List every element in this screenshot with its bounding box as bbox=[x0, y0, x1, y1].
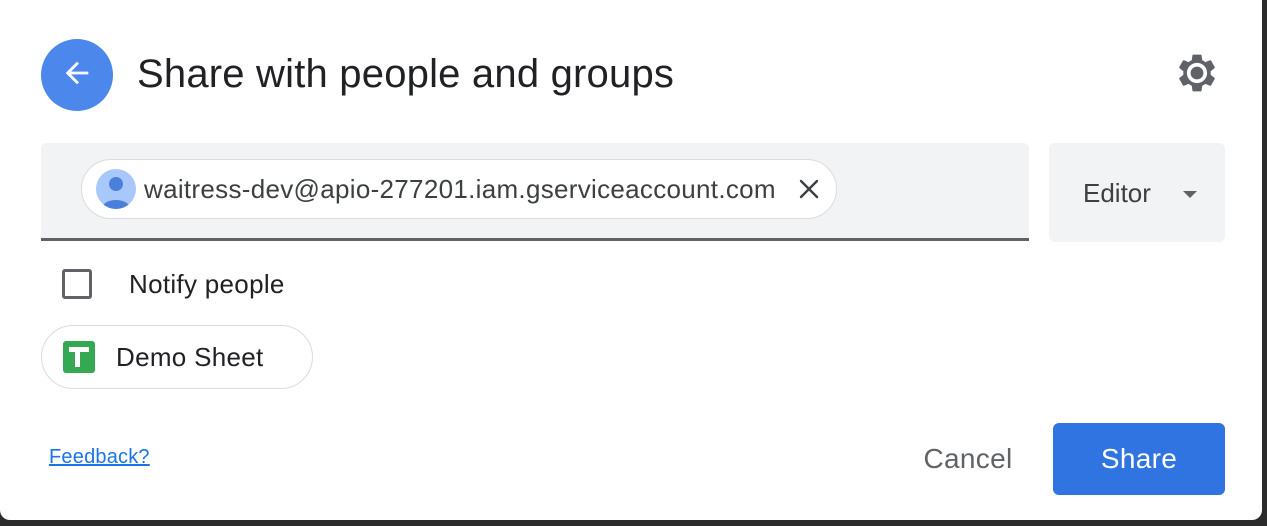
google-sheets-icon bbox=[63, 341, 95, 373]
person-icon bbox=[96, 169, 136, 209]
file-chip: Demo Sheet bbox=[41, 325, 313, 389]
dialog-title: Share with people and groups bbox=[137, 52, 675, 96]
notify-people-option: Notify people bbox=[62, 265, 285, 303]
role-dropdown[interactable]: Editor bbox=[1049, 143, 1225, 242]
close-icon[interactable] bbox=[796, 176, 822, 202]
feedback-link[interactable]: Feedback? bbox=[49, 446, 150, 469]
recipient-email: waitress-dev@apio-277201.iam.gserviceacc… bbox=[144, 173, 776, 204]
notify-people-label[interactable]: Notify people bbox=[129, 269, 285, 300]
gear-icon bbox=[1175, 51, 1219, 100]
notify-people-checkbox[interactable] bbox=[62, 269, 92, 299]
back-button[interactable] bbox=[41, 39, 113, 111]
recipients-input[interactable]: waitress-dev@apio-277201.iam.gserviceacc… bbox=[41, 143, 1029, 241]
cancel-button[interactable]: Cancel bbox=[904, 424, 1032, 494]
caret-down-icon bbox=[1182, 187, 1198, 205]
arrow-left-icon bbox=[60, 56, 94, 95]
file-name: Demo Sheet bbox=[116, 341, 264, 372]
share-dialog: Share with people and groups waitress-de… bbox=[0, 0, 1262, 520]
settings-button[interactable] bbox=[1172, 50, 1222, 100]
recipient-chip: waitress-dev@apio-277201.iam.gserviceacc… bbox=[81, 159, 837, 219]
share-button[interactable]: Share bbox=[1053, 423, 1225, 495]
role-selected-value: Editor bbox=[1083, 178, 1151, 208]
